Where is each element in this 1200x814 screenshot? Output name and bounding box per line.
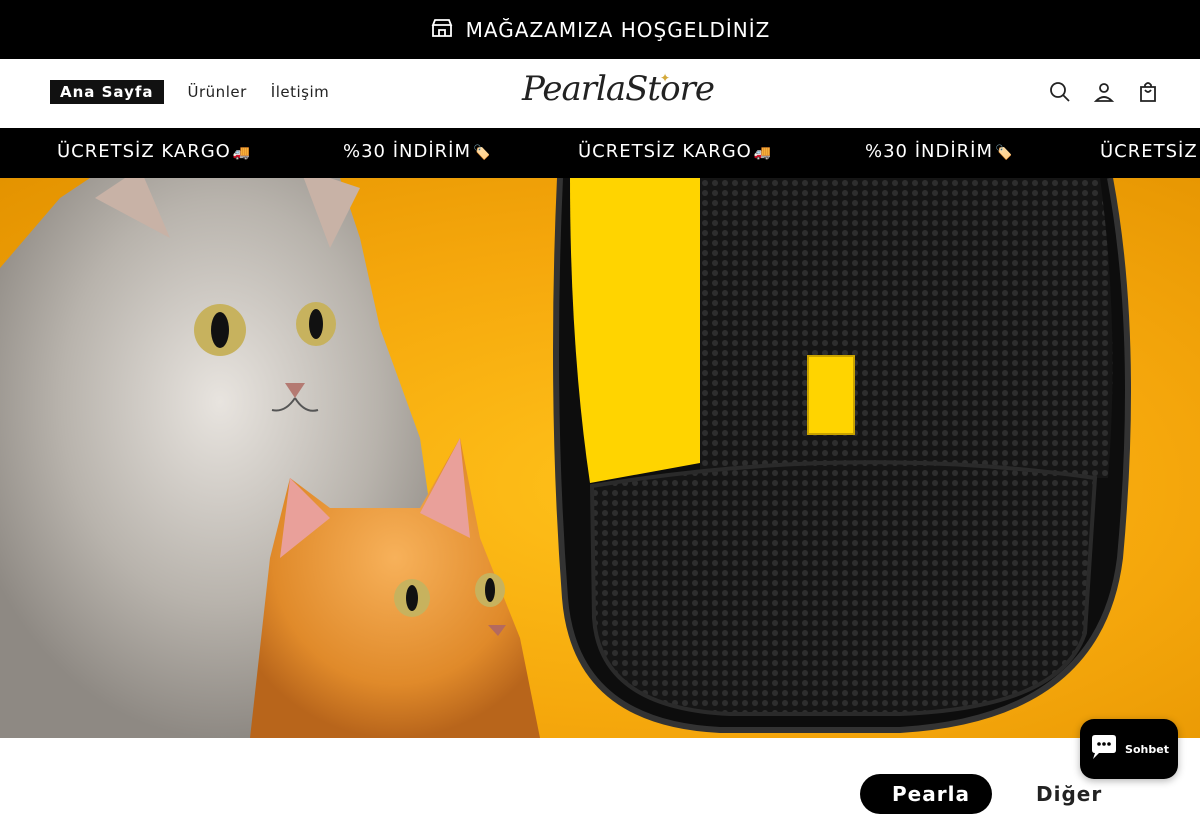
header-icons: [1048, 80, 1160, 104]
store-icon: [430, 16, 454, 44]
logo-text: PearlaStore: [522, 69, 715, 109]
nav-contact[interactable]: İletişim: [271, 83, 329, 101]
collection-tabs: Pearla Diğer: [0, 738, 1200, 814]
logo-sparkle-icon: ✦: [659, 71, 670, 85]
promo-marquee: ÜCRETSİZ KARGO 🚚 %30 İNDİRİM 🏷️ ÜCRETSİZ K…: [0, 128, 1200, 178]
hero-image: [0, 178, 1131, 738]
site-header: Ana Sayfa Ürünler İletişim PearlaStore ✦: [0, 59, 1200, 128]
hero-banner[interactable]: [0, 178, 1200, 738]
account-icon[interactable]: [1092, 80, 1116, 104]
chat-bubble-icon: [1089, 734, 1119, 764]
marquee-item: ÜCRETSİZ KARGO 🚚: [57, 141, 252, 162]
marquee-item: %30 İNDİRİM 🏷️: [865, 141, 1014, 162]
nav-home[interactable]: Ana Sayfa: [50, 80, 164, 104]
tab-pearla[interactable]: Pearla: [860, 774, 992, 814]
search-icon[interactable]: [1048, 80, 1072, 104]
nav-products[interactable]: Ürünler: [188, 83, 247, 101]
marquee-item: %30 İNDİRİM 🏷️: [343, 141, 492, 162]
chat-label: Sohbet: [1125, 742, 1169, 756]
grooming-glove: [553, 178, 1131, 733]
announcement-text: MAĞAZAMIZA HOŞGELDİNİZ: [465, 17, 771, 42]
marquee-item: ÜCRETSİZ KARGO 🚚: [578, 141, 773, 162]
main-nav: Ana Sayfa Ürünler İletişim: [50, 80, 353, 104]
chat-button[interactable]: Sohbet: [1080, 719, 1178, 779]
marquee-item: ÜCRETSİZ K: [1100, 141, 1200, 162]
site-logo[interactable]: PearlaStore ✦: [522, 69, 715, 117]
announcement-bar: MAĞAZAMIZA HOŞGELDİNİZ: [0, 0, 1200, 59]
cart-icon[interactable]: [1136, 80, 1160, 104]
tab-diger[interactable]: Diğer: [1004, 774, 1134, 814]
